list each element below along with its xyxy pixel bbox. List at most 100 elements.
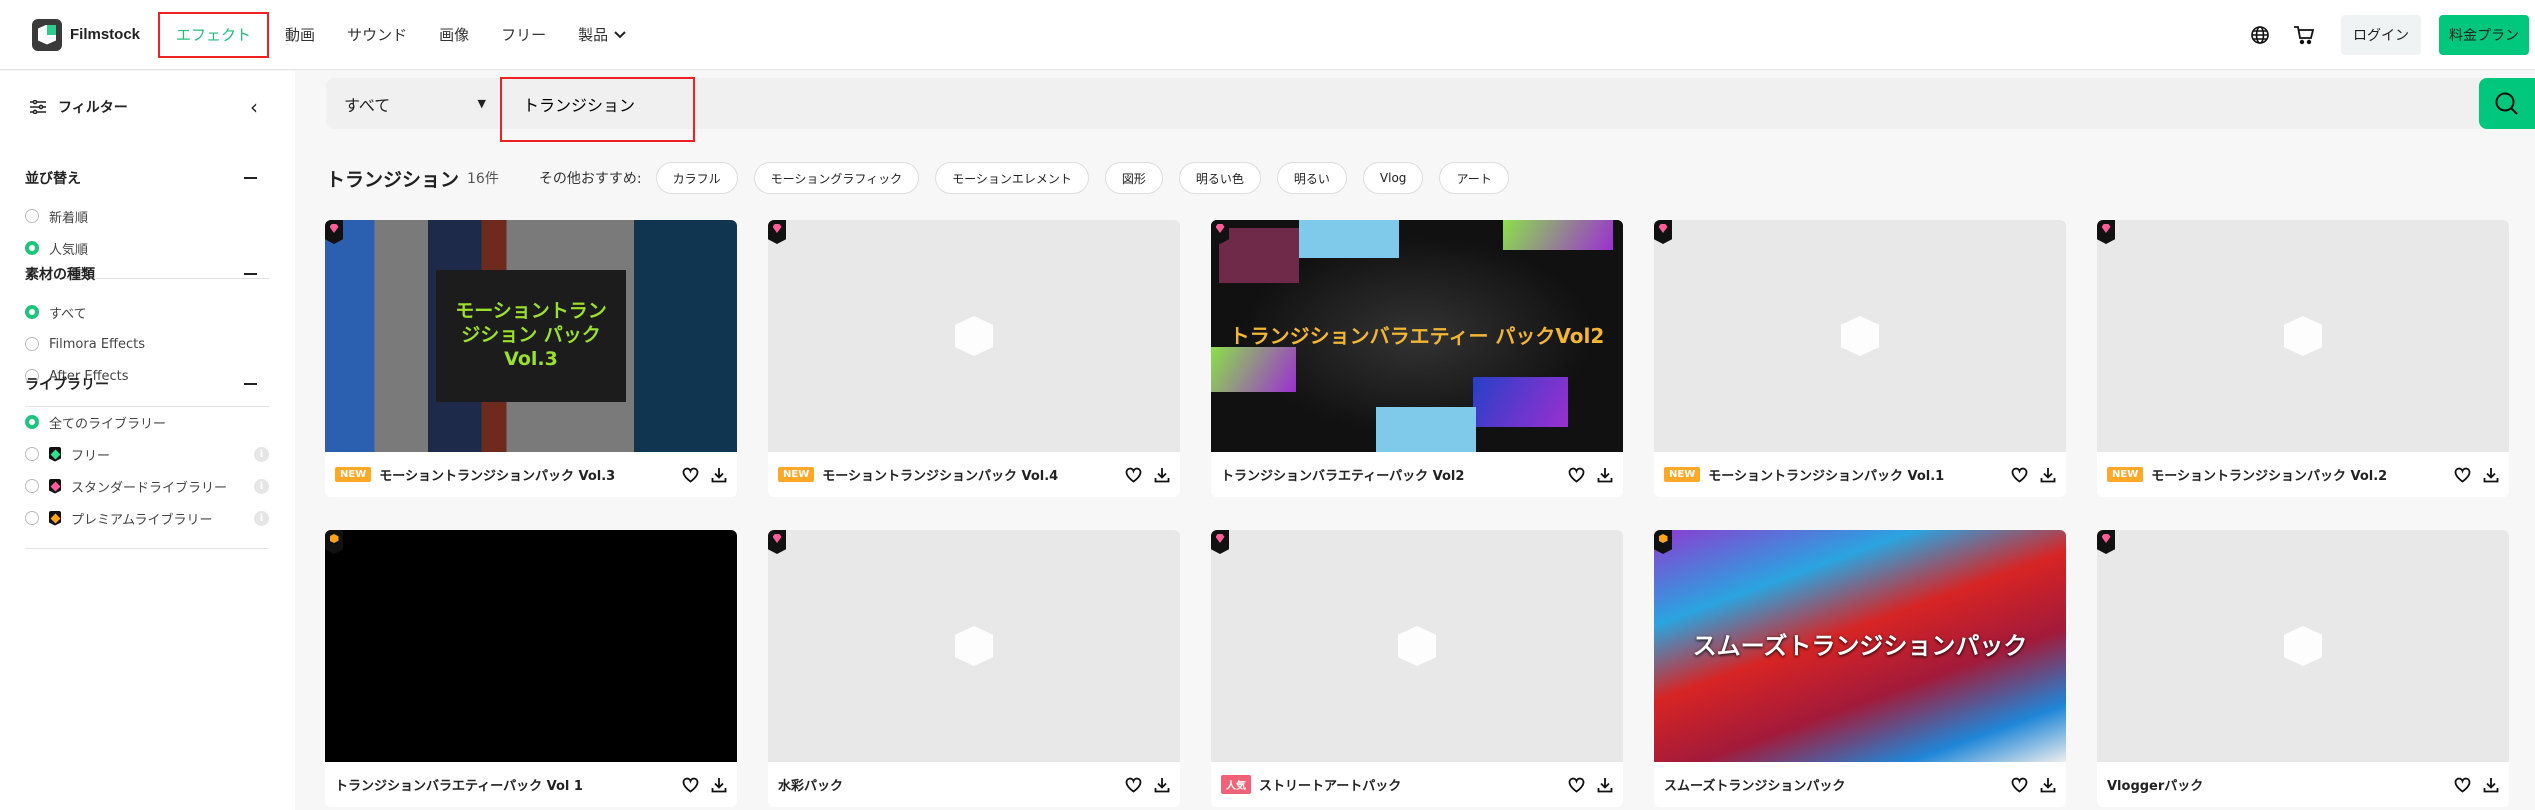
tag-chip[interactable]: Vlog <box>1362 162 1424 194</box>
download-icon[interactable] <box>1597 777 1613 793</box>
download-icon[interactable] <box>711 777 727 793</box>
heart-icon[interactable] <box>1568 467 1585 483</box>
tag-chip[interactable]: 明るい色 <box>1178 162 1261 194</box>
search-button[interactable] <box>2479 78 2535 129</box>
heart-icon[interactable] <box>2011 777 2028 793</box>
search-input[interactable] <box>501 78 2535 129</box>
search-scope-dropdown[interactable]: すべて ▼ <box>326 78 501 129</box>
download-icon[interactable] <box>2040 777 2056 793</box>
nav-free[interactable]: フリー <box>485 12 562 58</box>
download-icon[interactable] <box>2483 467 2499 483</box>
logo[interactable]: Filmstock <box>32 18 140 51</box>
radio[interactable] <box>25 479 39 493</box>
effect-card[interactable]: モーショントランジション パック Vol.3 NEW モーショントランジションパック… <box>325 220 737 497</box>
cart-icon[interactable] <box>2291 22 2317 48</box>
heart-icon[interactable] <box>682 777 699 793</box>
card-title[interactable]: トランジションバラエティーパック Vol 1 <box>335 775 674 794</box>
pricing-button[interactable]: 料金プラン <box>2439 14 2529 55</box>
card-title[interactable]: モーショントランジションパック Vol.2 <box>2151 465 2446 484</box>
card-thumbnail[interactable] <box>2097 530 2509 762</box>
globe-icon[interactable] <box>2247 22 2273 48</box>
info-icon[interactable]: i <box>254 510 269 526</box>
card-title[interactable]: 水彩パック <box>778 775 1117 794</box>
nav-image[interactable]: 画像 <box>423 12 485 58</box>
card-thumbnail[interactable] <box>768 220 1180 452</box>
card-thumbnail[interactable] <box>2097 220 2509 452</box>
radio[interactable] <box>25 337 39 351</box>
heart-icon[interactable] <box>1568 777 1585 793</box>
radio[interactable] <box>25 447 39 461</box>
card-title[interactable]: モーショントランジションパック Vol.4 <box>822 465 1117 484</box>
tag-chip[interactable]: モーショングラフィック <box>753 162 920 194</box>
heart-icon[interactable] <box>2011 467 2028 483</box>
heart-icon[interactable] <box>1125 467 1142 483</box>
tag-chip[interactable]: カラフル <box>655 162 738 194</box>
radio[interactable] <box>25 305 39 319</box>
filter-option[interactable]: 新着順 <box>25 200 269 232</box>
card-badge: NEW <box>2107 467 2144 482</box>
download-icon[interactable] <box>1154 777 1170 793</box>
filter-option[interactable]: プレミアムライブラリー i <box>25 502 269 534</box>
card-thumbnail[interactable] <box>1211 530 1623 762</box>
nav-sound[interactable]: サウンド <box>331 12 423 58</box>
radio[interactable] <box>25 241 39 255</box>
info-icon[interactable]: i <box>254 446 269 462</box>
effect-card[interactable]: 水彩パック <box>768 530 1180 807</box>
effect-card[interactable]: NEW モーショントランジションパック Vol.1 <box>1654 220 2066 497</box>
collapse-minus-icon[interactable] <box>244 383 257 385</box>
card-thumbnail[interactable]: モーショントランジション パック Vol.3 <box>325 220 737 452</box>
effect-card[interactable]: トランジションバラエティー パックVol2 トランジションバラエティーパック Vo… <box>1211 220 1623 497</box>
radio[interactable] <box>25 511 39 525</box>
filter-option[interactable]: すべて <box>25 296 269 328</box>
effect-card[interactable]: スムーズトランジションパック スムーズトランジションパック <box>1654 530 2066 807</box>
tag-chip[interactable]: 明るい <box>1276 162 1347 194</box>
card-thumbnail[interactable]: スムーズトランジションパック <box>1654 530 2066 762</box>
standard-tier-icon <box>325 220 343 244</box>
info-icon[interactable]: i <box>254 478 269 494</box>
effect-card[interactable]: 人気 ストリートアートパック <box>1211 530 1623 807</box>
download-icon[interactable] <box>2040 467 2056 483</box>
standard-tier-icon <box>1211 220 1229 244</box>
effect-card[interactable]: トランジションバラエティーパック Vol 1 <box>325 530 737 807</box>
option-label: プレミアムライブラリー <box>71 512 213 528</box>
card-title[interactable]: Vloggerパック <box>2107 775 2446 794</box>
filter-option[interactable]: 人気順 <box>25 232 269 264</box>
filter-option[interactable]: 全てのライブラリー <box>25 406 269 438</box>
effect-card[interactable]: NEW モーショントランジションパック Vol.2 <box>2097 220 2509 497</box>
download-icon[interactable] <box>1154 467 1170 483</box>
card-title[interactable]: トランジションバラエティーパック Vol2 <box>1221 465 1560 484</box>
radio[interactable] <box>25 209 39 223</box>
nav-products[interactable]: 製品 <box>562 12 643 58</box>
filter-option[interactable]: Filmora Effects <box>25 328 269 360</box>
effect-card[interactable]: NEW モーショントランジションパック Vol.4 <box>768 220 1180 497</box>
filter-option[interactable]: スタンダードライブラリー i <box>25 470 269 502</box>
card-title[interactable]: モーショントランジションパック Vol.3 <box>379 465 674 484</box>
card-thumbnail[interactable] <box>325 530 737 762</box>
radio[interactable] <box>25 415 39 429</box>
card-title[interactable]: ストリートアートパック <box>1259 775 1560 794</box>
tag-chip[interactable]: アート <box>1439 162 1509 194</box>
tag-chip[interactable]: 図形 <box>1104 162 1163 194</box>
card-thumbnail[interactable] <box>768 530 1180 762</box>
download-icon[interactable] <box>1597 467 1613 483</box>
card-thumbnail[interactable] <box>1654 220 2066 452</box>
filter-option[interactable]: フリー i <box>25 438 269 470</box>
login-button[interactable]: ログイン <box>2341 14 2421 55</box>
nav-video[interactable]: 動画 <box>269 12 331 58</box>
heart-icon[interactable] <box>682 467 699 483</box>
search-icon <box>2495 92 2518 115</box>
download-icon[interactable] <box>2483 777 2499 793</box>
card-title[interactable]: モーショントランジションパック Vol.1 <box>1708 465 2003 484</box>
heart-icon[interactable] <box>2454 777 2471 793</box>
card-thumbnail[interactable]: トランジションバラエティー パックVol2 <box>1211 220 1623 452</box>
collapse-sidebar-icon[interactable]: ‹ <box>250 95 258 119</box>
card-title[interactable]: スムーズトランジションパック <box>1664 775 2003 794</box>
collapse-minus-icon[interactable] <box>244 273 257 275</box>
effect-card[interactable]: Vloggerパック <box>2097 530 2509 807</box>
heart-icon[interactable] <box>2454 467 2471 483</box>
heart-icon[interactable] <box>1125 777 1142 793</box>
nav-effects[interactable]: エフェクト <box>158 11 270 58</box>
tag-chip[interactable]: モーションエレメント <box>935 162 1089 194</box>
collapse-minus-icon[interactable] <box>244 177 257 179</box>
download-icon[interactable] <box>711 467 727 483</box>
